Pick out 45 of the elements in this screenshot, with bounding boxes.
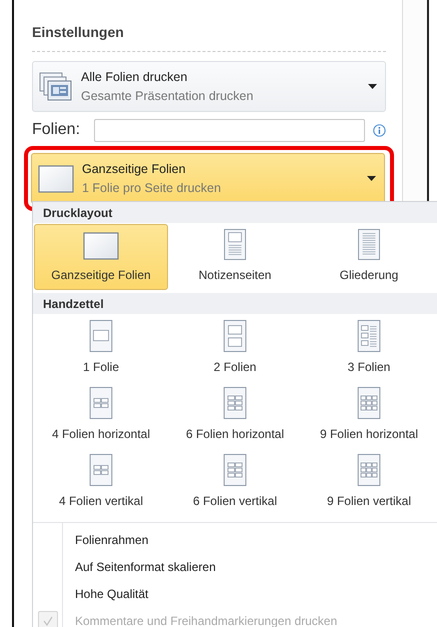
layout-dropdown[interactable]: Ganzseitige Folien 1 Folie pro Seite drucken [31, 153, 385, 204]
dropdown-subtitle: Gesamte Präsentation drucken [81, 88, 254, 104]
menu-item[interactable]: Hohe Qualität [33, 580, 437, 607]
slide-icon [83, 232, 119, 260]
layout-option[interactable]: 2 Folien [168, 315, 302, 382]
page-layout-icon [89, 454, 113, 486]
page-layout-icon [89, 320, 113, 352]
print-range-dropdown[interactable]: Alle Folien drucken Gesamte Präsentation drucken [32, 61, 386, 112]
menu-section-heading: Handzettel [33, 293, 437, 314]
page-layout-icon [223, 320, 247, 352]
page-layout-icon [89, 387, 113, 419]
layout-option[interactable]: 9 Folien horizontal [302, 382, 436, 449]
menu-item[interactable]: Auf Seitenformat skalieren [33, 553, 437, 580]
layout-option[interactable]: 4 Folien vertikal [34, 449, 168, 516]
dropdown-title: Alle Folien drucken [81, 68, 188, 86]
caret-icon [368, 84, 377, 89]
menu-item[interactable]: Folienrahmen [33, 526, 437, 553]
menu-section-heading: Drucklayout [33, 202, 437, 223]
slides-input-field[interactable] [94, 118, 366, 142]
layout-option[interactable]: Notizenseiten [168, 224, 302, 290]
field-label: Folien: [32, 120, 80, 140]
layout-option[interactable]: Ganzseitige Folien [34, 224, 168, 290]
section-heading: Einstellungen [32, 22, 386, 52]
layout-option[interactable]: 3 Folien [302, 315, 436, 382]
menu-item: Kommentare und Freihandmarkierungen drucken [33, 607, 437, 627]
page-layout-icon [223, 387, 247, 419]
layout-option[interactable]: 6 Folien vertikal [168, 449, 302, 516]
page-layout-icon [357, 387, 381, 419]
layout-option[interactable]: 4 Folien horizontal [34, 382, 168, 449]
page-layout-icon [357, 454, 381, 486]
page-layout-icon [223, 229, 247, 260]
page-layout-icon [223, 454, 247, 486]
layout-option[interactable]: 9 Folien vertikal [302, 449, 436, 516]
page-layout-icon [357, 229, 381, 260]
layout-option[interactable]: Gliederung [302, 224, 436, 290]
checkmark-icon [43, 616, 53, 626]
slide-icon [38, 164, 74, 192]
page-layout-icon [357, 320, 381, 352]
info-icon[interactable] [373, 124, 386, 136]
dropdown-subtitle: 1 Folie pro Seite drucken [82, 180, 221, 197]
layout-option[interactable]: 1 Folie [34, 315, 168, 382]
dropdown-title: Ganzseitige Folien [82, 160, 187, 178]
layout-option[interactable]: 6 Folien horizontal [168, 382, 302, 449]
caret-icon [367, 176, 376, 181]
slides-stack-icon [39, 70, 73, 102]
